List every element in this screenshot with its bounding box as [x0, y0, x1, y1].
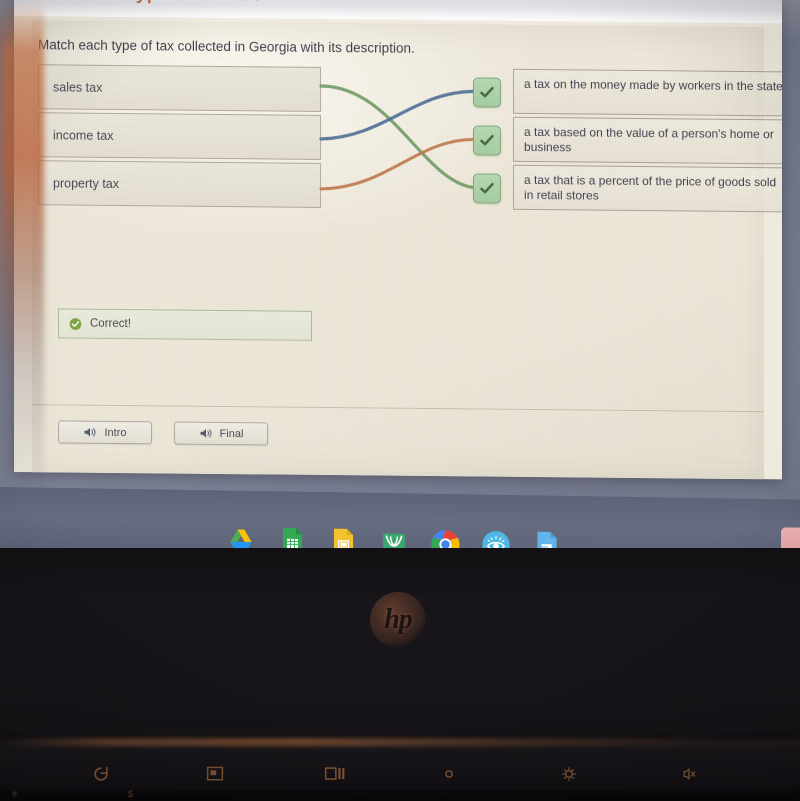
term-box-income-tax[interactable]: income tax [38, 112, 321, 160]
refresh-key-icon [94, 766, 108, 781]
overview-key-icon [324, 767, 345, 780]
term-box-sales-tax[interactable]: sales tax [38, 64, 321, 112]
mute-key-icon [683, 768, 696, 780]
match-check-icon-2 [473, 125, 501, 156]
chromebook-desktop: Different Types of Taxes Match each type… [0, 0, 800, 520]
term-label: property tax [53, 175, 120, 191]
description-box-2[interactable]: a tax based on the value of a person's h… [513, 116, 782, 165]
key-fullscreen[interactable] [176, 758, 254, 790]
key-overview[interactable] [296, 758, 374, 790]
brightness-down-key-icon [445, 770, 453, 778]
hp-logo-text: hp [384, 604, 413, 635]
key-refresh[interactable] [62, 758, 140, 790]
brightness-up-key-icon [562, 767, 576, 781]
window-title-bar: Different Types of Taxes [14, 0, 782, 24]
connector-line-green [319, 84, 475, 190]
keyboard-number-row [0, 790, 800, 801]
keyboard-edge-highlight [0, 738, 800, 746]
check-icon [480, 134, 494, 146]
audio-button-label: Intro [104, 426, 127, 439]
feedback-banner: Correct! [58, 308, 312, 341]
term-label: sales tax [53, 79, 103, 95]
speaker-icon [200, 429, 211, 438]
check-circle-icon [69, 317, 82, 330]
lesson-content-area: Match each type of tax collected in Geor… [32, 20, 782, 480]
description-box-3[interactable]: a tax that is a percent of the price of … [513, 164, 782, 213]
description-box-1[interactable]: a tax on the money made by workers in th… [513, 68, 782, 117]
photo-of-laptop-screen: Different Types of Taxes Match each type… [0, 0, 800, 801]
final-audio-button[interactable]: Final [174, 421, 268, 446]
key-dollar-hint: $ [128, 789, 134, 799]
key-mute[interactable] [650, 758, 728, 790]
instruction-text: Match each type of tax collected in Geor… [38, 37, 415, 56]
key-brightness-up[interactable] [530, 758, 608, 790]
term-box-property-tax[interactable]: property tax [38, 160, 321, 208]
match-check-icon-1 [473, 77, 501, 108]
hp-logo: hp [370, 592, 426, 648]
intro-audio-button[interactable]: Intro [58, 420, 152, 445]
fullscreen-key-icon [206, 766, 224, 781]
key-brightness-down[interactable] [410, 758, 488, 790]
check-icon [480, 86, 494, 98]
feedback-text: Correct! [90, 317, 131, 331]
audio-button-label: Final [219, 427, 244, 440]
matching-activity: sales tax income tax property tax a tax … [32, 64, 782, 217]
speaker-icon [85, 427, 96, 437]
match-check-icon-3 [473, 173, 501, 204]
footer-divider [32, 404, 764, 413]
term-label: income tax [53, 127, 114, 143]
check-icon [480, 182, 494, 194]
connector-line-orange [319, 137, 475, 191]
lesson-window: Different Types of Taxes Match each type… [14, 0, 782, 480]
audio-button-bar: Intro Final [58, 420, 268, 446]
key-hash-hint: # [12, 789, 18, 799]
connector-line-blue [319, 89, 475, 141]
